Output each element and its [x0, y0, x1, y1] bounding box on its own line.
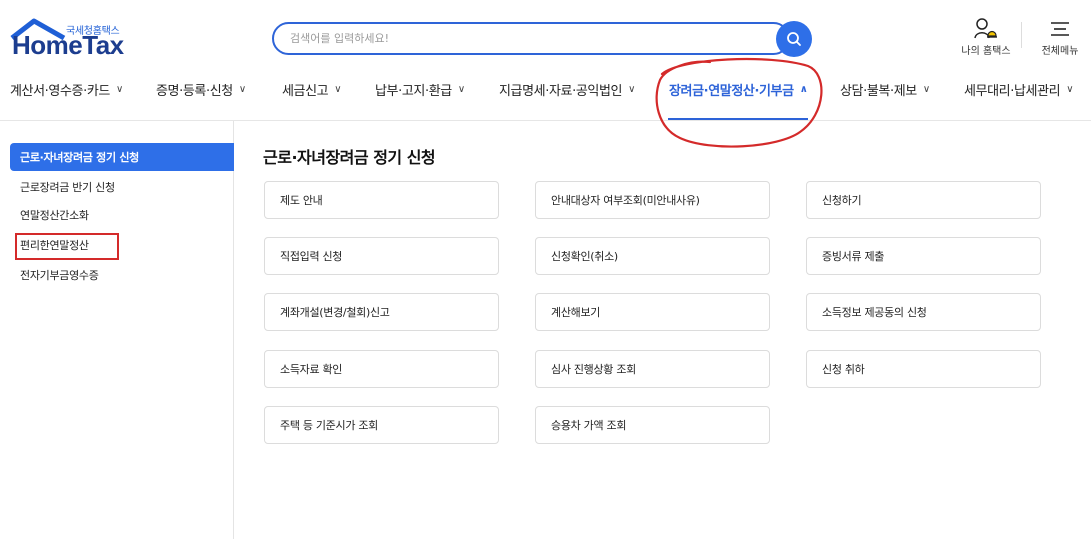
chevron-down-icon: ∨	[628, 83, 635, 95]
hometax-logo[interactable]: 국세청홈택스 HomeTax	[10, 18, 140, 60]
search-bar	[272, 21, 812, 57]
nav-item-label: 장려금·연말정산·기부금	[669, 83, 794, 99]
header-divider	[1021, 22, 1022, 48]
global-nav: 계산서·영수증·카드 ∨ 증명·등록·신청 ∨ 세금신고 ∨ 납부·고지·환급 ∨ 지급…	[0, 70, 1091, 120]
nav-item-tax-filing[interactable]: 세금신고 ∨	[282, 70, 342, 108]
chevron-down-icon: ∨	[238, 83, 246, 95]
annotation-rectangle	[15, 233, 119, 260]
card-label: 소득자료 확인	[280, 363, 343, 376]
card-label: 안내대상자 여부조회(미안내사유)	[551, 194, 700, 207]
nav-item-incentives[interactable]: 장려금·연말정산·기부금 ∧	[669, 70, 808, 108]
card-label: 신청확인(취소)	[551, 250, 618, 263]
chevron-down-icon: ∨	[922, 83, 930, 95]
page-title: 근로·자녀장려금 정기 신청	[263, 148, 436, 167]
logo-title: HomeTax	[12, 30, 124, 60]
nav-item-label: 계산서·영수증·카드	[10, 83, 110, 99]
card-label: 직접입력 신청	[280, 250, 343, 263]
card-label: 신청 취하	[822, 363, 865, 376]
search-input[interactable]	[272, 22, 790, 55]
sidebar-item-label: 전자기부금영수증	[20, 269, 99, 282]
chevron-down-icon: ∨	[115, 83, 123, 95]
card-submit-documents[interactable]: 증빙서류 제출	[806, 237, 1041, 275]
card-label: 주택 등 기준시가 조회	[280, 419, 378, 432]
chevron-down-icon: ∨	[457, 83, 465, 95]
card-label: 심사 진행상황 조회	[551, 363, 636, 376]
my-hometax-label: 나의 홈택스	[961, 46, 1011, 57]
chevron-down-icon: ∨	[334, 83, 342, 95]
card-label: 소득정보 제공동의 신청	[822, 306, 927, 319]
nav-item-label: 세무대리·납세관리	[964, 83, 1061, 99]
card-application-check[interactable]: 신청확인(취소)	[535, 237, 770, 275]
card-review-status[interactable]: 심사 진행상황 조회	[535, 350, 770, 388]
card-program-guide[interactable]: 제도 안내	[264, 181, 499, 219]
nav-item-consultation[interactable]: 상담·불복·제보 ∨	[840, 70, 930, 108]
sidebar-item-regular-application[interactable]: 근로·자녀장려금 정기 신청	[10, 143, 234, 171]
card-label: 계좌개설(변경/철회)신고	[280, 306, 390, 319]
chevron-down-icon: ∨	[1066, 83, 1074, 95]
search-icon	[787, 32, 801, 46]
nav-item-statements[interactable]: 지급명세·자료·공익법인 ∨	[499, 70, 635, 108]
card-housing-price-check[interactable]: 주택 등 기준시가 조회	[264, 406, 499, 444]
card-income-info-consent[interactable]: 소득정보 제공동의 신청	[806, 293, 1041, 331]
card-label: 승용차 가액 조회	[551, 419, 627, 432]
nav-item-label: 지급명세·자료·공익법인	[499, 83, 623, 99]
card-withdraw-application[interactable]: 신청 취하	[806, 350, 1041, 388]
search-button[interactable]	[776, 21, 812, 57]
nav-item-tax-agent[interactable]: 세무대리·납세관리 ∨	[964, 70, 1074, 108]
all-menu-label: 전체메뉴	[1041, 46, 1079, 57]
card-car-value-check[interactable]: 승용차 가액 조회	[535, 406, 770, 444]
nav-item-label: 납부·고지·환급	[375, 83, 452, 99]
card-eligibility-check[interactable]: 안내대상자 여부조회(미안내사유)	[535, 181, 770, 219]
nav-item-certificates[interactable]: 증명·등록·신청 ∨	[156, 70, 246, 108]
card-bank-account-report[interactable]: 계좌개설(변경/철회)신고	[264, 293, 499, 331]
nav-item-label: 상담·불복·제보	[840, 83, 917, 99]
user-bell-icon	[974, 18, 997, 39]
card-label: 증빙서류 제출	[822, 250, 885, 263]
sidebar-item-label: 근로장려금 반기 신청	[20, 181, 115, 194]
sidebar-item-simplified-settlement[interactable]: 연말정산간소화	[10, 201, 234, 229]
nav-item-payment[interactable]: 납부·고지·환급 ∨	[375, 70, 465, 108]
sidebar-item-label: 연말정산간소화	[20, 209, 89, 222]
card-income-data-check[interactable]: 소득자료 확인	[264, 350, 499, 388]
sidebar-item-half-year-application[interactable]: 근로장려금 반기 신청	[10, 173, 234, 201]
chevron-up-icon: ∧	[799, 83, 808, 95]
all-menu-button[interactable]: 전체메뉴	[1032, 16, 1088, 57]
card-label: 제도 안내	[280, 194, 323, 207]
card-label: 신청하기	[822, 194, 862, 207]
card-apply[interactable]: 신청하기	[806, 181, 1041, 219]
hamburger-menu-icon	[1051, 22, 1069, 36]
sidebar-item-donation-receipt[interactable]: 전자기부금영수증	[10, 261, 234, 289]
card-direct-input-apply[interactable]: 직접입력 신청	[264, 237, 499, 275]
card-calculator[interactable]: 계산해보기	[535, 293, 770, 331]
sidebar: 근로·자녀장려금 정기 신청 근로장려금 반기 신청 연말정산간소화 편리한연말…	[0, 121, 234, 539]
sidebar-item-label: 근로·자녀장려금 정기 신청	[20, 151, 139, 164]
card-label: 계산해보기	[551, 306, 601, 319]
nav-item-label: 세금신고	[282, 83, 329, 99]
my-hometax-button[interactable]: 나의 홈택스	[956, 16, 1016, 57]
nav-item-invoices[interactable]: 계산서·영수증·카드 ∨	[10, 70, 123, 108]
nav-item-label: 증명·등록·신청	[156, 83, 233, 99]
